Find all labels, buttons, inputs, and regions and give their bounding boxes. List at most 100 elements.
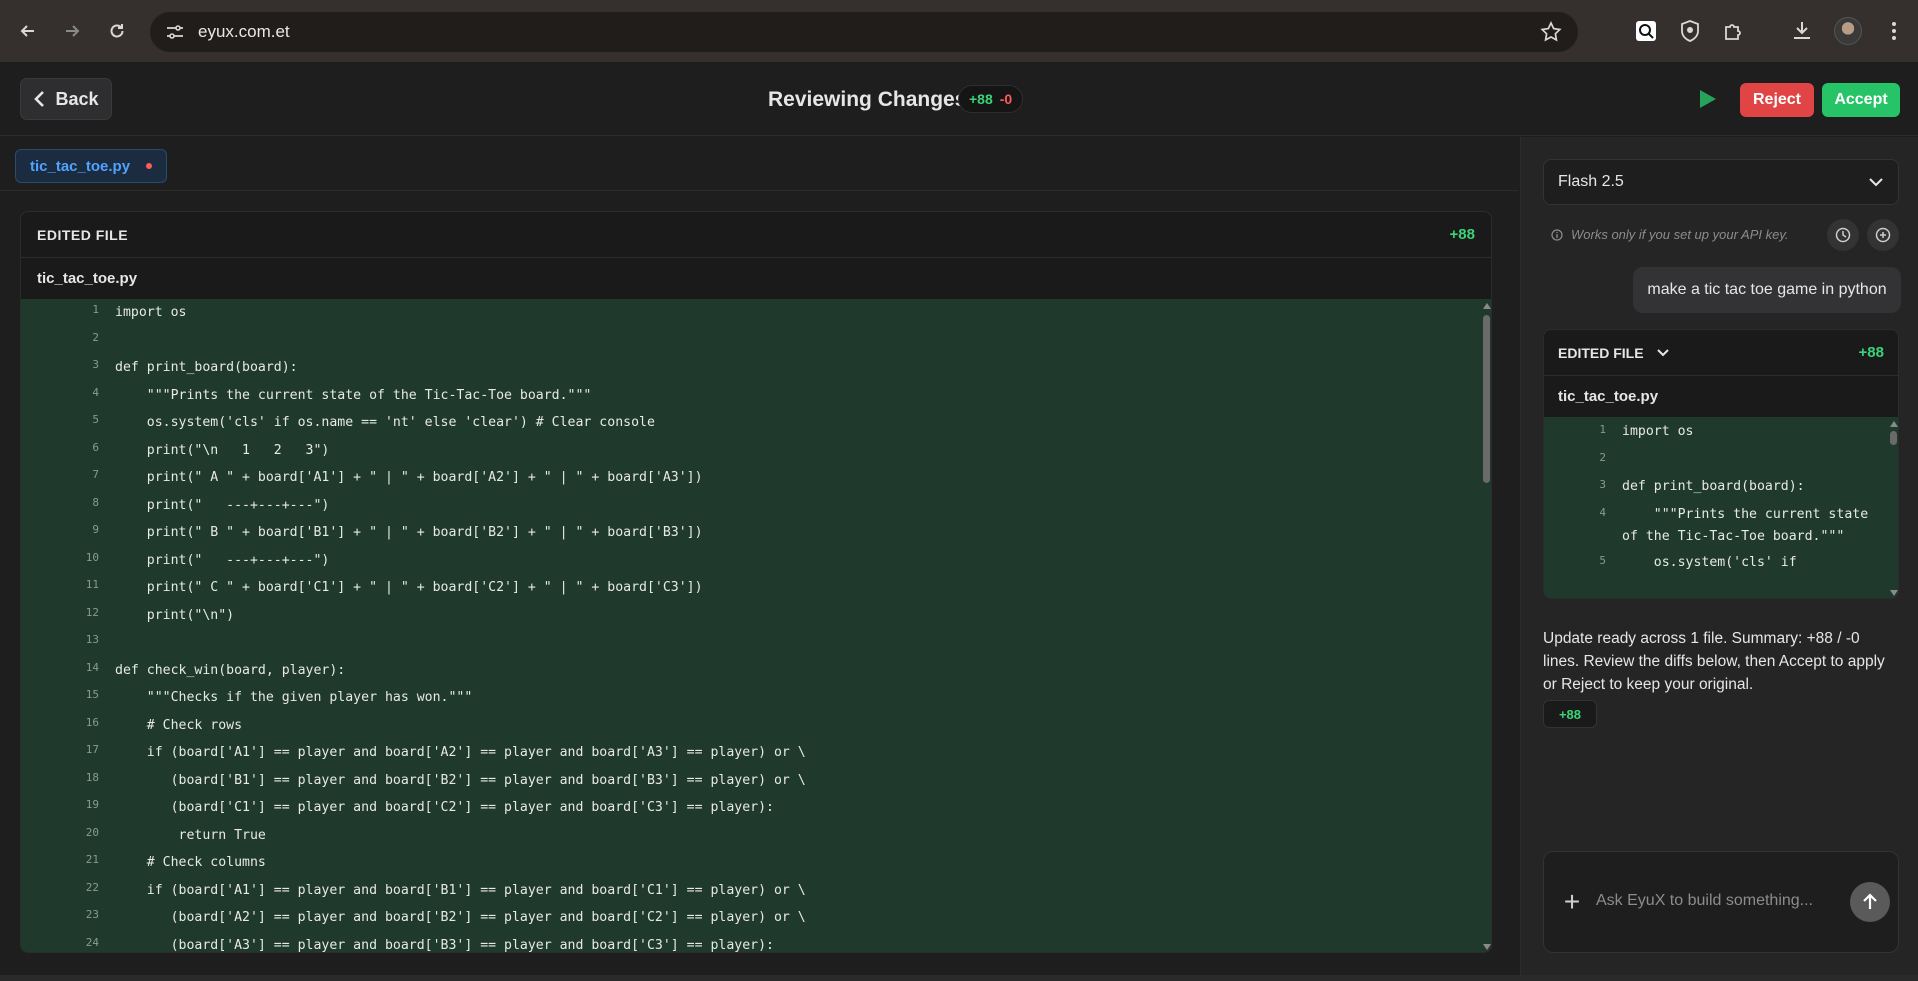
profile-avatar[interactable] xyxy=(1834,17,1862,45)
download-icon[interactable] xyxy=(1790,19,1814,43)
diff-stats-badge: +88 -0 xyxy=(958,85,1024,113)
mini-code-view[interactable]: 1 import os 2 3 def print_board(board): 4 """… xyxy=(1544,417,1898,598)
scroll-down-icon[interactable] xyxy=(1483,944,1491,950)
app-header: Back Reviewing Changes +88 -0 Reject Acc… xyxy=(0,62,1918,136)
scroll-thumb[interactable] xyxy=(1483,315,1490,483)
scroll-down-icon[interactable] xyxy=(1890,590,1898,596)
diff-card: EDITED FILE +88 tic_tac_toe.py 1 import o… xyxy=(20,211,1492,953)
back-button[interactable]: Back xyxy=(20,78,112,120)
arrow-up-icon xyxy=(1863,893,1877,909)
line-code: def check_win(board, player): xyxy=(115,662,346,678)
code-line: 16 # Check rows xyxy=(21,712,1491,740)
line-code: print("\n") xyxy=(115,607,235,623)
scroll-up-icon[interactable] xyxy=(1890,421,1898,427)
kebab-menu-icon[interactable] xyxy=(1882,19,1906,43)
prompt-input[interactable] xyxy=(1596,886,1826,916)
line-code: print(" B " + board['B1'] + " | " + boar… xyxy=(115,525,703,541)
mini-code-line: 1 import os xyxy=(1544,417,1898,445)
mini-diff-card-header[interactable]: EDITED FILE +88 xyxy=(1544,330,1898,376)
mini-file-name: tic_tac_toe.py xyxy=(1558,388,1659,405)
bottom-strip xyxy=(0,975,1918,981)
code-line: 9 print(" B " + board['B1'] + " | " + bo… xyxy=(21,519,1491,547)
accept-button[interactable]: Accept xyxy=(1822,83,1900,117)
chevron-down-icon xyxy=(1869,178,1883,187)
mini-code-line: 4 """Prints the current state of the Tic… xyxy=(1544,500,1898,548)
line-number: 15 xyxy=(85,688,99,701)
diff-card-count: +88 xyxy=(1449,226,1475,243)
code-line: 8 print(" ---+---+---") xyxy=(21,492,1491,520)
code-line: 15 """Checks if the given player has won… xyxy=(21,684,1491,712)
line-code: print(" A " + board['A1'] + " | " + boar… xyxy=(115,470,703,486)
url-text[interactable]: eyux.com.et xyxy=(198,22,290,42)
line-number: 2 xyxy=(92,330,99,344)
code-line: 11 print(" C " + board['C1'] + " | " + b… xyxy=(21,574,1491,602)
summary-badge: +88 xyxy=(1543,700,1597,728)
line-code: (board['B1'] == player and board['B2'] =… xyxy=(115,772,806,788)
line-number: 3 xyxy=(92,358,99,371)
line-number: 21 xyxy=(85,853,99,866)
model-select[interactable]: Flash 2.5 xyxy=(1543,159,1899,205)
line-code: import os xyxy=(115,305,187,321)
code-line: 22 if (board['A1'] == player and board['… xyxy=(21,877,1491,905)
line-number: 6 xyxy=(92,440,99,454)
scroll-up-icon[interactable] xyxy=(1483,303,1491,309)
mini-code-line: 2 xyxy=(1544,445,1898,473)
attach-plus-icon[interactable]: + xyxy=(1558,886,1586,917)
file-tab[interactable]: tic_tac_toe.py xyxy=(15,149,168,183)
line-number: 13 xyxy=(85,633,99,646)
unsaved-dot-icon xyxy=(146,163,153,169)
diff-file-name: tic_tac_toe.py xyxy=(21,258,1491,298)
history-clock-icon[interactable] xyxy=(1827,219,1859,251)
play-icon[interactable] xyxy=(1696,88,1718,110)
code-line: 21 # Check columns xyxy=(21,849,1491,877)
address-bar[interactable]: eyux.com.et xyxy=(150,12,1578,52)
new-chat-plus-icon[interactable] xyxy=(1867,219,1899,251)
line-code: os.system('cls' if xyxy=(1622,554,1797,570)
line-code: def print_board(board): xyxy=(1622,479,1805,494)
line-code: os.system('cls' if os.name == 'nt' else … xyxy=(115,415,655,431)
site-settings-icon[interactable] xyxy=(164,21,186,43)
assistant-panel: Flash 2.5 Works only if you set up your … xyxy=(1520,137,1918,975)
api-note: Works only if you set up your API key. xyxy=(1551,227,1788,242)
line-number: 24 xyxy=(85,935,99,949)
mini-diff-card: EDITED FILE +88 tic_tac_toe.py 1 import o… xyxy=(1543,329,1899,599)
search-lens-icon[interactable] xyxy=(1634,19,1658,43)
back-arrow-icon[interactable] xyxy=(14,17,42,45)
line-number: 10 xyxy=(85,550,99,564)
code-line: 18 (board['B1'] == player and board['B2'… xyxy=(21,767,1491,795)
send-button[interactable] xyxy=(1850,882,1890,922)
puzzle-extensions-icon[interactable] xyxy=(1722,19,1746,43)
mini-code-scrollbar[interactable] xyxy=(1888,417,1898,598)
line-number: 4 xyxy=(92,385,99,399)
scroll-thumb[interactable] xyxy=(1890,431,1897,445)
mini-card-count: +88 xyxy=(1858,344,1884,361)
bookmark-star-icon[interactable] xyxy=(1540,21,1562,48)
line-number: 1 xyxy=(1599,423,1606,436)
file-tab-bar: tic_tac_toe.py xyxy=(0,137,1518,191)
editor-area: tic_tac_toe.py EDITED FILE +88 tic_tac_t… xyxy=(0,137,1518,975)
code-scrollbar[interactable] xyxy=(1481,299,1491,952)
line-number: 18 xyxy=(85,770,99,784)
line-code: # Check rows xyxy=(115,717,243,733)
line-number: 3 xyxy=(1599,478,1606,491)
forward-arrow-icon[interactable] xyxy=(58,17,86,45)
diff-card-label: EDITED FILE xyxy=(37,226,129,243)
chevron-down-icon[interactable] xyxy=(1656,348,1670,357)
code-line: 1 import os xyxy=(21,299,1491,327)
line-number: 22 xyxy=(85,880,99,894)
line-number: 9 xyxy=(92,523,99,536)
code-line: 6 print("\n 1 2 3") xyxy=(21,437,1491,465)
code-diff-view[interactable]: 1 import os 2 3 def print_board(board): 4 """… xyxy=(21,299,1491,953)
line-number: 23 xyxy=(85,908,99,921)
line-code: (board['A3'] == player and board['B3'] =… xyxy=(115,937,774,953)
back-button-label: Back xyxy=(55,88,99,109)
reload-icon[interactable] xyxy=(103,17,131,45)
line-code: if (board['A1'] == player and board['A2'… xyxy=(115,745,806,761)
api-note-text: Works only if you set up your API key. xyxy=(1571,227,1789,242)
model-select-value: Flash 2.5 xyxy=(1558,173,1624,190)
mini-code-line: 3 def print_board(board): xyxy=(1544,472,1898,500)
code-line: 7 print(" A " + board['A1'] + " | " + bo… xyxy=(21,464,1491,492)
shield-extension-icon[interactable] xyxy=(1678,19,1702,43)
reject-button[interactable]: Reject xyxy=(1740,83,1814,117)
code-line: 4 """Prints the current state of the Tic… xyxy=(21,382,1491,410)
